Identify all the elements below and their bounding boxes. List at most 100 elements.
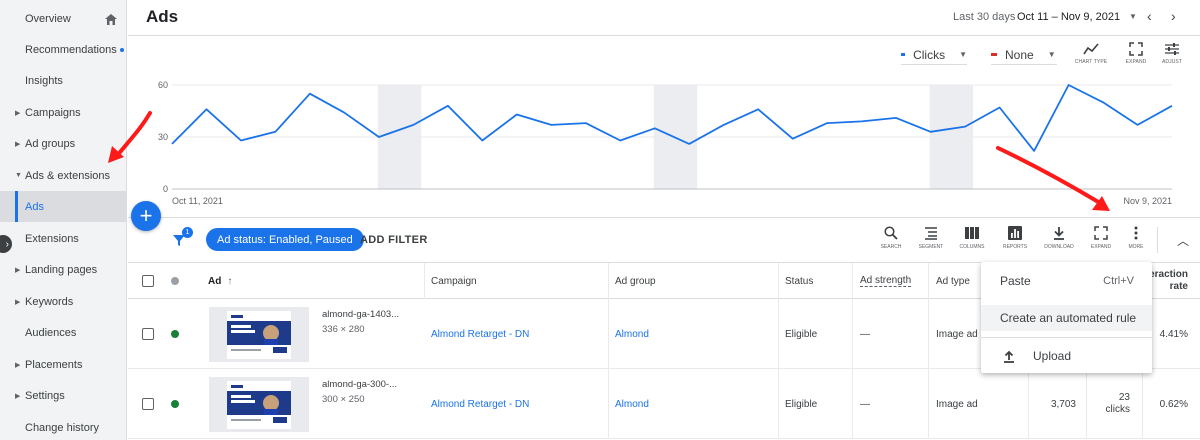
expand-icon [1094,226,1108,240]
sidebar-item-settings[interactable]: ▶ Settings [0,380,126,411]
metric-label: None [1005,47,1034,62]
sidebar-item-keywords[interactable]: ▶ Keywords [0,286,126,317]
interaction-rate-value: 4.41% [1159,328,1188,340]
column-header-campaign[interactable]: Campaign [425,263,609,299]
column-header-ad[interactable]: Ad ↑ [208,263,425,299]
tool-label: MORE [1128,244,1144,250]
ad-group-link[interactable]: Almond [615,329,649,340]
y-tick-label: 30 [158,132,168,142]
sidebar-item-label: Audiences [25,326,77,339]
sidebar-item-ads-extensions[interactable]: ▼ Ads & extensions [0,160,126,191]
chart-type-icon [1083,43,1099,55]
upload-icon [1004,350,1014,363]
campaign-link[interactable]: Almond Retarget - DN [431,329,529,340]
sidebar-item-ads[interactable]: Ads [0,191,126,222]
ad-name[interactable]: almond-ga-1403... [322,309,399,320]
ad-group-link[interactable]: Almond [615,399,649,410]
series-swatch [901,53,906,56]
filter-chip-ad-status[interactable]: Ad status: Enabled, Paused [206,228,364,251]
metric-selector-secondary[interactable]: None ▼ [991,45,1057,65]
menu-item-upload[interactable]: Upload [981,343,1152,369]
performance-chart: 60 30 0 Oct 11, 2021 Nov 9, 2021 Clicks ▼ No… [128,36,1200,218]
sidebar-item-campaigns[interactable]: ▶ Campaigns [0,97,126,128]
impressions-value: 3,703 [1050,398,1076,410]
download-button[interactable]: DOWNLOAD [1042,226,1076,250]
date-range-picker[interactable]: Oct 11 – Nov 9, 2021 [1017,11,1120,23]
clicks-cell: 23 clicks [1087,369,1143,439]
chart-type-label: CHART TYPE [1074,59,1108,65]
clicks-value: 23 [1118,392,1130,403]
table-expand-button[interactable]: EXPAND [1084,226,1118,250]
chevron-up-icon[interactable]: ︿ [1177,232,1189,249]
sidebar: Overview Recommendations Insights ▶ Camp… [0,0,127,440]
column-label: rate [1169,281,1188,292]
campaign-link[interactable]: Almond Retarget - DN [431,399,529,410]
sidebar-item-insights[interactable]: Insights [0,65,126,96]
page-title: Ads [146,7,179,26]
sidebar-item-ad-groups[interactable]: ▶ Ad groups [0,128,126,159]
ad-type-cell: Image ad [929,369,1029,439]
menu-shortcut: Ctrl+V [1103,275,1134,287]
caret-right-icon: ▶ [15,140,21,148]
tool-label: COLUMNS [959,244,985,250]
caret-right-icon: ▶ [15,266,21,274]
select-all-checkbox[interactable] [142,275,154,287]
menu-item-paste[interactable]: Paste Ctrl+V [981,268,1152,294]
sidebar-item-recommendations[interactable]: Recommendations [0,34,126,65]
status-value: Eligible [785,328,818,340]
chart-type-button[interactable]: CHART TYPE [1073,42,1109,65]
adjust-label: ADJUST [1161,59,1183,65]
ad-strength-value: — [860,328,870,340]
add-filter-button[interactable]: ADD FILTER [360,234,428,246]
chevron-right-icon[interactable]: › [1171,8,1176,24]
dropdown-arrow-icon[interactable]: ▼ [1129,12,1137,21]
sidebar-item-label: Landing pages [25,263,98,276]
chevron-left-icon[interactable]: ‹ [1147,8,1152,24]
more-button[interactable]: MORE [1119,226,1153,250]
sidebar-item-placements[interactable]: ▶ Placements [0,349,126,380]
ad-group-cell: Almond [609,299,779,369]
column-label: Ad type [936,275,970,287]
column-header-ad-strength[interactable]: Ad strength [853,263,929,299]
sidebar-item-landing-pages[interactable]: ▶ Landing pages [0,254,126,285]
sidebar-item-overview[interactable]: Overview [0,3,126,34]
chart-adjust-button[interactable]: ADJUST [1154,42,1190,65]
filter-count-badge: 1 [182,227,193,238]
status-enabled-dot [171,330,179,338]
y-tick-label: 0 [163,184,168,194]
menu-divider [981,337,1152,338]
y-tick-label: 60 [158,80,168,90]
ad-size: 336 × 280 [322,324,365,335]
menu-item-create-automated-rule[interactable]: Create an automated rule [981,305,1152,331]
ad-name[interactable]: almond-ga-300-... [322,379,397,390]
reports-button[interactable]: REPORTS [998,226,1032,250]
sidebar-item-audiences[interactable]: Audiences [0,317,126,348]
sidebar-item-change-history[interactable]: Change history [0,412,126,440]
x-tick-label-start: Oct 11, 2021 [172,196,223,206]
menu-item-label: Paste [1000,274,1031,288]
row-checkbox[interactable] [142,398,154,410]
ad-strength-cell: — [853,299,929,369]
ad-thumbnail[interactable] [209,377,309,432]
metric-label: Clicks [913,47,946,62]
menu-item-label: Create an automated rule [1000,311,1137,325]
row-checkbox[interactable] [142,328,154,340]
expand-icon [1129,42,1143,56]
search-button[interactable]: SEARCH [874,226,908,250]
chart-expand-button[interactable]: EXPAND [1118,42,1154,65]
series-swatch [991,53,997,56]
add-button[interactable]: + [131,201,161,231]
segment-button[interactable]: SEGMENT [914,226,948,250]
column-header-ad-group[interactable]: Ad group [609,263,779,299]
table-row[interactable]: almond-ga-300-... 300 × 250 Almond Retar… [128,369,1200,439]
ad-thumbnail[interactable] [209,307,309,362]
filter-bar: 1 Ad status: Enabled, Paused ADD FILTER … [128,218,1200,263]
metric-selector-primary[interactable]: Clicks ▼ [901,45,967,65]
status-header-dot [171,277,179,285]
interaction-rate-cell: 0.62% [1143,369,1200,439]
sidebar-item-extensions[interactable]: Extensions [0,223,126,254]
columns-button[interactable]: COLUMNS [955,226,989,250]
sidebar-item-label: Campaigns [25,106,81,119]
column-header-status[interactable]: Status [779,263,853,299]
dropdown-arrow-icon: ▼ [959,50,967,59]
